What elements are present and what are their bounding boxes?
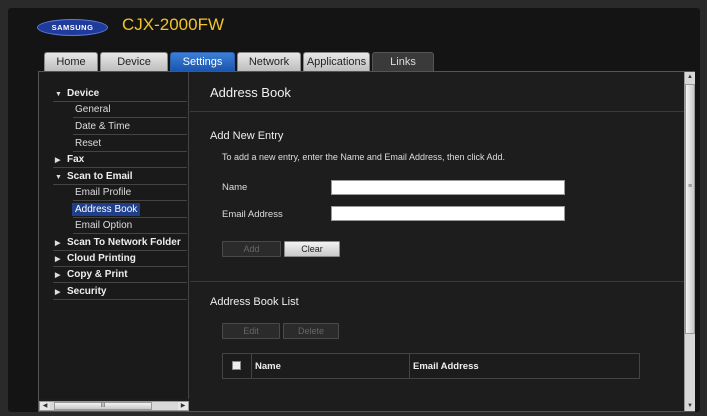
sidebar-item-address-book[interactable]: Address Book	[72, 203, 188, 216]
name-input[interactable]	[331, 180, 565, 195]
sidebar-item-scan-to-network-folder[interactable]: ▶ Scan To Network Folder	[55, 237, 181, 248]
sidebar-item-label: Address Book	[72, 203, 141, 216]
sidebar-item-label: General	[75, 104, 111, 115]
sidebar-item-label: Copy & Print	[67, 269, 128, 280]
delete-button[interactable]: Delete	[283, 323, 339, 339]
triangle-right-icon: ▶	[55, 272, 61, 279]
scroll-thumb[interactable]: III	[54, 402, 152, 410]
sidebar-separator	[73, 217, 187, 218]
sidebar-separator	[73, 134, 187, 135]
tab-network[interactable]: Network	[237, 52, 301, 71]
sidebar-item-fax[interactable]: ▶ Fax	[55, 154, 84, 165]
sidebar-item-general[interactable]: General	[75, 104, 188, 115]
sidebar-item-label: Reset	[75, 138, 102, 149]
sidebar-item-label: Security	[67, 286, 107, 297]
page-title: Address Book	[210, 85, 291, 100]
tab-applications[interactable]: Applications	[303, 52, 370, 71]
address-book-table: Name Email Address	[222, 353, 640, 379]
add-button[interactable]: Add	[222, 241, 281, 257]
grip-icon: ≡	[688, 183, 693, 190]
email-column-label[interactable]: Email Address	[413, 361, 479, 372]
main-vertical-scrollbar[interactable]: ▲ ≡ ▼	[684, 72, 695, 411]
sidebar-item-email-profile[interactable]: Email Profile	[75, 187, 188, 198]
tab-links[interactable]: Links	[372, 52, 434, 71]
name-column-header[interactable]: Name	[251, 354, 410, 378]
divider	[190, 281, 684, 282]
sidebar-separator	[53, 184, 187, 185]
triangle-right-icon: ▶	[55, 157, 61, 164]
scroll-right-icon[interactable]: ▶	[178, 402, 188, 410]
sidebar-item-scan-to-email[interactable]: ▼ Scan to Email	[55, 171, 133, 182]
sidebar-item-label: Email Option	[75, 220, 133, 231]
sidebar: ▼ Device General Date & Time Reset ▶ Fax ▼ Scan …	[39, 72, 189, 399]
triangle-right-icon: ▶	[55, 289, 61, 296]
sidebar-separator	[53, 266, 187, 267]
sidebar-separator	[53, 282, 187, 283]
clear-button[interactable]: Clear	[284, 241, 340, 257]
sidebar-horizontal-scrollbar[interactable]: ◀ III ▶	[39, 401, 189, 411]
scroll-left-icon[interactable]: ◀	[40, 402, 50, 410]
main-tabs: Home Device Settings Network Applications Lin…	[44, 52, 436, 71]
name-column-label: Name	[255, 361, 281, 372]
tab-settings[interactable]: Settings	[170, 52, 235, 71]
tab-device[interactable]: Device	[100, 52, 168, 71]
sidebar-item-reset[interactable]: Reset	[75, 138, 188, 149]
triangle-right-icon: ▶	[55, 256, 61, 263]
samsung-logo: SAMSUNG	[37, 19, 108, 36]
divider	[190, 111, 684, 112]
sidebar-item-copy-print[interactable]: ▶ Copy & Print	[55, 269, 128, 280]
sidebar-separator	[73, 151, 187, 152]
tab-home[interactable]: Home	[44, 52, 98, 71]
sidebar-item-label: Scan To Network Folder	[67, 237, 181, 248]
triangle-down-icon: ▼	[55, 91, 62, 98]
model-name: CJX-2000FW	[122, 15, 225, 34]
sidebar-item-cloud-printing[interactable]: ▶ Cloud Printing	[55, 253, 136, 264]
scroll-down-icon[interactable]: ▼	[685, 401, 695, 411]
sidebar-item-label: Email Profile	[75, 187, 132, 198]
add-entry-instructions: To add a new entry, enter the Name and E…	[222, 152, 505, 162]
address-list-title: Address Book List	[210, 296, 299, 308]
sidebar-separator	[53, 167, 187, 168]
sidebar-item-label: Scan to Email	[67, 171, 133, 182]
sidebar-item-label: Device	[67, 88, 100, 99]
sidebar-item-email-option[interactable]: Email Option	[75, 220, 188, 231]
sidebar-separator	[73, 117, 187, 118]
sidebar-item-label: Fax	[67, 154, 85, 165]
sidebar-separator	[53, 299, 187, 300]
email-input[interactable]	[331, 206, 565, 221]
add-entry-title: Add New Entry	[210, 130, 284, 142]
name-label: Name	[222, 182, 248, 193]
sidebar-item-security[interactable]: ▶ Security	[55, 286, 106, 297]
sidebar-item-date-time[interactable]: Date & Time	[75, 121, 188, 132]
sidebar-separator	[73, 200, 187, 201]
scroll-up-icon[interactable]: ▲	[685, 72, 695, 82]
select-all-checkbox[interactable]	[232, 361, 241, 370]
sidebar-item-label: Date & Time	[75, 121, 131, 132]
sidebar-separator	[53, 101, 187, 102]
email-label: Email Address	[222, 209, 283, 220]
triangle-right-icon: ▶	[55, 240, 61, 247]
sidebar-item-device[interactable]: ▼ Device	[55, 88, 99, 99]
sidebar-separator	[53, 250, 187, 251]
sidebar-separator	[73, 233, 187, 234]
select-all-cell	[223, 354, 252, 378]
triangle-down-icon: ▼	[55, 174, 62, 181]
edit-button[interactable]: Edit	[222, 323, 280, 339]
scroll-thumb[interactable]: ≡	[685, 84, 695, 334]
sidebar-item-label: Cloud Printing	[67, 253, 136, 264]
